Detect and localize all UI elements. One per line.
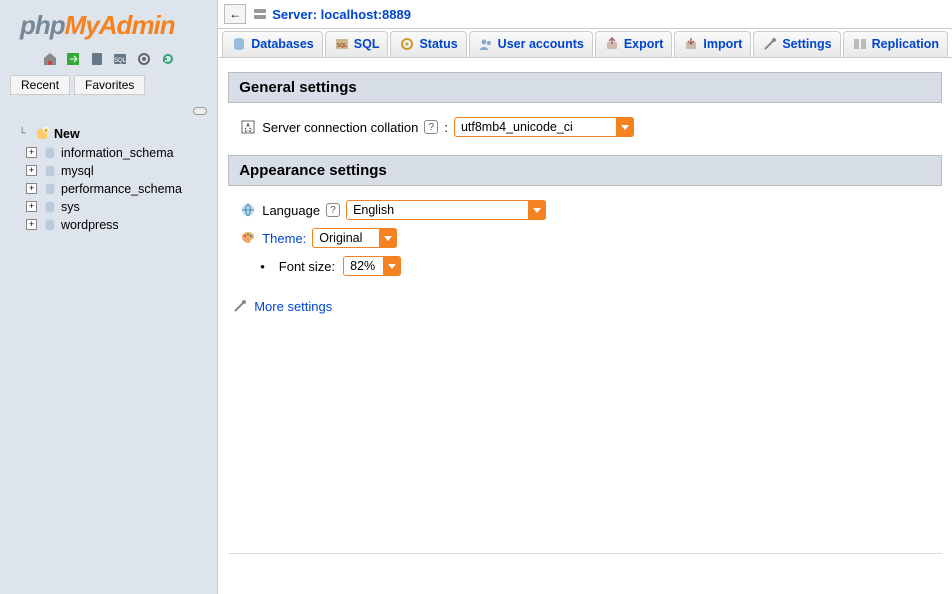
sidebar: phpMyAdmin SQL Recent Favorites └ ★ New …	[0, 0, 218, 594]
tab-user-accounts[interactable]: User accounts	[469, 31, 593, 57]
section-appearance-heading: Appearance settings	[228, 155, 942, 186]
tools-icon	[232, 298, 248, 314]
tab-databases[interactable]: Databases	[222, 31, 323, 57]
new-db-icon: ★	[34, 126, 50, 142]
expand-icon[interactable]: +	[26, 147, 37, 158]
tree-new[interactable]: └ ★ New	[8, 124, 209, 144]
collation-label: Server connection collation	[262, 120, 418, 135]
fontsize-label: Font size:	[279, 259, 335, 274]
databases-icon	[231, 36, 247, 52]
theme-select[interactable]: Original	[312, 228, 397, 248]
logo: phpMyAdmin	[0, 0, 217, 46]
tree-db-item[interactable]: + mysql	[20, 162, 209, 180]
database-icon	[43, 200, 57, 214]
status-icon	[399, 36, 415, 52]
tab-recent[interactable]: Recent	[10, 75, 70, 95]
expand-icon[interactable]: +	[26, 165, 37, 176]
database-icon	[43, 146, 57, 160]
tree-line-icon: └	[14, 128, 30, 140]
database-icon	[43, 218, 57, 232]
replication-icon	[852, 36, 868, 52]
section-general-heading: General settings	[228, 72, 942, 103]
tab-export[interactable]: Export	[595, 31, 673, 57]
svg-text:SQL: SQL	[337, 43, 347, 49]
export-icon	[604, 36, 620, 52]
sql-icon[interactable]: SQL	[112, 51, 128, 67]
navtabs: Databases SQLSQL Status User accounts Ex…	[218, 29, 952, 58]
users-icon	[478, 36, 494, 52]
expand-icon[interactable]: +	[26, 183, 37, 194]
tree-db-label: performance_schema	[61, 182, 182, 196]
language-select[interactable]: English	[346, 200, 546, 220]
docs-icon[interactable]	[89, 51, 105, 67]
tools-icon	[762, 36, 778, 52]
fontsize-select[interactable]: 82%	[343, 256, 401, 276]
panel-collapse-icon[interactable]	[193, 107, 207, 115]
tab-status[interactable]: Status	[390, 31, 466, 57]
tree-new-label: New	[54, 127, 80, 141]
collation-icon: A1-2	[240, 119, 256, 135]
tree-db-item[interactable]: + wordpress	[20, 216, 209, 234]
sidebar-toolbar: SQL	[0, 46, 217, 75]
db-tree: └ ★ New + information_schema + mysql +	[0, 124, 217, 234]
expand-icon[interactable]: +	[26, 219, 37, 230]
topbar: ← Server: localhost:8889	[218, 0, 952, 29]
svg-text:SQL: SQL	[114, 58, 127, 64]
theme-icon	[240, 230, 256, 246]
tree-db-label: mysql	[61, 164, 94, 178]
sidebar-tabs: Recent Favorites	[0, 75, 217, 101]
import-icon	[683, 36, 699, 52]
tab-sql[interactable]: SQLSQL	[325, 31, 389, 57]
sql-icon: SQL	[334, 36, 350, 52]
main: ← Server: localhost:8889 Databases SQLSQ…	[218, 0, 952, 594]
tab-settings[interactable]: Settings	[753, 31, 840, 57]
server-breadcrumb[interactable]: Server: localhost:8889	[252, 6, 411, 22]
language-icon	[240, 202, 256, 218]
refresh-icon[interactable]	[160, 51, 176, 67]
server-label: Server: localhost:8889	[272, 7, 411, 22]
tree-db-label: wordpress	[61, 218, 119, 232]
tab-import[interactable]: Import	[674, 31, 751, 57]
tree-db-item[interactable]: + performance_schema	[20, 180, 209, 198]
theme-label[interactable]: Theme:	[262, 231, 306, 246]
content: General settings A1-2 Server connection …	[218, 58, 952, 594]
home-icon[interactable]	[42, 51, 58, 67]
divider	[228, 553, 942, 554]
database-icon	[43, 182, 57, 196]
svg-text:1-2: 1-2	[245, 128, 252, 134]
database-icon	[43, 164, 57, 178]
tab-replication[interactable]: Replication	[843, 31, 948, 57]
language-label: Language	[262, 203, 320, 218]
tab-favorites[interactable]: Favorites	[74, 75, 145, 95]
more-settings-link[interactable]: More settings	[254, 299, 332, 314]
help-icon[interactable]: ?	[424, 120, 438, 134]
tree-db-label: information_schema	[61, 146, 174, 160]
tree-db-item[interactable]: + information_schema	[20, 144, 209, 162]
gear-icon[interactable]	[136, 51, 152, 67]
logout-icon[interactable]	[65, 51, 81, 67]
server-icon	[252, 6, 268, 22]
nav-back-button[interactable]: ←	[224, 4, 246, 24]
help-icon[interactable]: ?	[326, 203, 340, 217]
tree-db-label: sys	[61, 200, 80, 214]
collation-select[interactable]: utf8mb4_unicode_ci	[454, 117, 634, 137]
expand-icon[interactable]: +	[26, 201, 37, 212]
tree-db-item[interactable]: + sys	[20, 198, 209, 216]
svg-text:★: ★	[44, 128, 49, 134]
